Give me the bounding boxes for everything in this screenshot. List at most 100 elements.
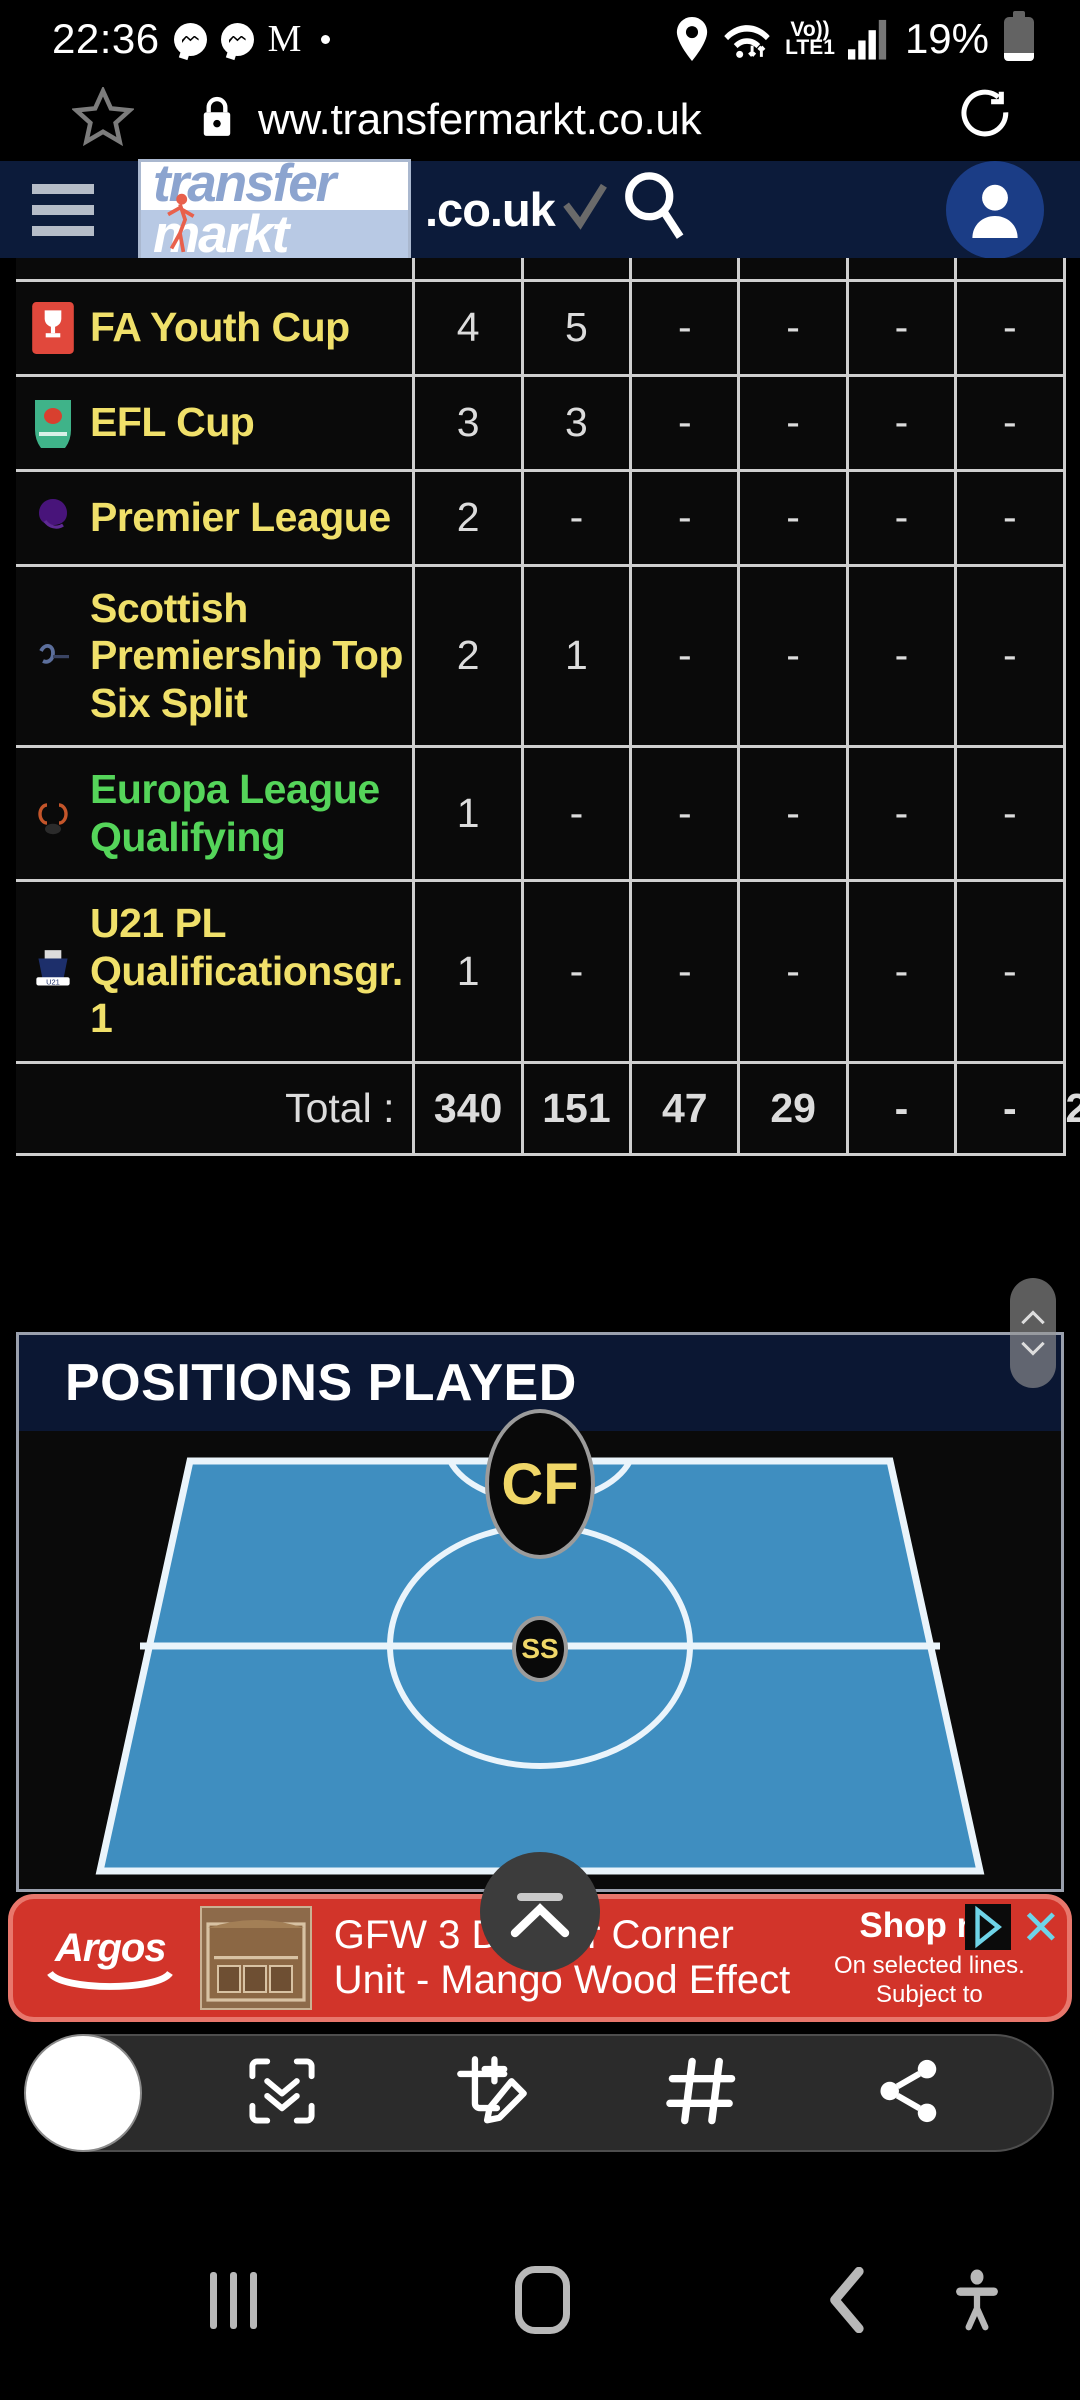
scroll-to-top-button[interactable] xyxy=(480,1852,600,1972)
transfermarkt-logo[interactable]: transfer markt xyxy=(138,158,411,261)
competition-cell[interactable]: Scottish Premiership Top Six Split xyxy=(16,563,416,749)
wifi-icon xyxy=(722,17,772,61)
stat-cell: - xyxy=(520,468,633,567)
total-label: Total : xyxy=(16,1060,416,1156)
stat-cell: - xyxy=(737,468,849,567)
stat-cell: - xyxy=(737,373,849,472)
screenshot-toolbar-actions xyxy=(142,2052,1052,2135)
stat-cell: - xyxy=(629,278,741,377)
total-cell: 151 xyxy=(522,1060,633,1156)
battery-icon xyxy=(1004,11,1034,61)
competition-cell[interactable]: Premier League xyxy=(16,468,416,567)
stat-cell: - xyxy=(954,879,1066,1064)
competition-name: U21 PL Qualificationsgr. 1 xyxy=(90,900,403,1042)
ad-terms-text: On selected lines. Subject to xyxy=(833,1952,1025,2008)
runner-icon xyxy=(167,193,195,252)
competition-cell[interactable]: FA Youth Cup xyxy=(16,278,416,377)
competition-name: FA Youth Cup xyxy=(90,303,350,350)
position-marker-cf[interactable]: CF xyxy=(485,1409,595,1559)
screenshot-toolbar xyxy=(24,2034,1054,2152)
stat-cell: - xyxy=(954,745,1066,883)
screenshot-preview-thumbnail[interactable] xyxy=(24,2034,142,2152)
user-avatar-icon[interactable] xyxy=(946,160,1044,259)
scroll-to-top-icon xyxy=(510,1893,570,1938)
efl-cup-logo xyxy=(30,395,76,451)
browser-url-bar[interactable]: ww.transfermarkt.co.uk xyxy=(0,78,1080,161)
home-button[interactable] xyxy=(515,2266,570,2334)
position-marker-label: CF xyxy=(501,1451,579,1517)
ad-product-thumbnail xyxy=(199,1906,312,2010)
competition-stats-table-container[interactable]: FA Youth Cup 4 5 - - - - EFL Cup 3 3 - -… xyxy=(0,258,1080,1388)
competition-cell[interactable]: EFL Cup xyxy=(16,373,416,472)
competition-cell[interactable]: Europa League Qualifying xyxy=(16,745,416,883)
table-row[interactable]: FA Youth Cup 4 5 - - - - xyxy=(16,278,1066,377)
positions-played-panel: POSITIONS PLAYED CF SS xyxy=(16,1332,1064,1892)
stat-cell: - xyxy=(845,278,958,377)
crop-draw-icon[interactable] xyxy=(453,2052,531,2135)
more-notifications-dot-icon xyxy=(321,34,331,44)
status-clock: 22:36 xyxy=(52,15,160,62)
phone-screen: 22:36 M Vo)) LTE1 19% ww.transfermarkt.c… xyxy=(0,0,1080,2400)
tags-hash-icon[interactable] xyxy=(665,2054,739,2133)
scottish-premiership-logo xyxy=(30,628,76,684)
volte-indicator: Vo)) LTE1 xyxy=(785,17,835,59)
close-icon[interactable]: ✕ xyxy=(1021,1905,1061,1953)
vertical-scroll-handle[interactable] xyxy=(1010,1278,1056,1388)
accessibility-button[interactable] xyxy=(954,2267,1000,2333)
stat-cell: 2 xyxy=(412,563,524,749)
competition-name: Europa League Qualifying xyxy=(90,766,380,860)
signal-bars-icon xyxy=(847,18,892,60)
bookmark-star-icon[interactable] xyxy=(70,85,136,152)
shop-now-button[interactable]: Shop no xyxy=(804,1906,1055,1946)
stat-cell: - xyxy=(845,468,958,567)
reload-icon[interactable] xyxy=(958,88,1014,151)
adchoices-icon[interactable] xyxy=(965,1903,1011,1956)
share-icon[interactable] xyxy=(873,2055,945,2132)
stat-cell: 3 xyxy=(412,373,524,472)
check-icon xyxy=(559,181,611,238)
page-title: POSITIONS PLAYED xyxy=(65,1354,577,1412)
back-button[interactable] xyxy=(828,2267,868,2333)
table-top-spacer-row xyxy=(16,258,1066,282)
u21-pl-logo: U21 xyxy=(30,944,76,1000)
table-row[interactable]: Europa League Qualifying 1 - - - - - xyxy=(16,745,1066,883)
hamburger-menu-icon[interactable] xyxy=(32,183,94,236)
ad-brand-name: Argos xyxy=(55,1925,167,1970)
competition-cell[interactable]: U21 U21 PL Qualificationsgr. 1 xyxy=(16,879,416,1064)
table-row[interactable]: U21 U21 PL Qualificationsgr. 1 1 - - - -… xyxy=(16,879,1066,1064)
url-text[interactable]: ww.transfermarkt.co.uk xyxy=(258,95,702,145)
total-cell: - xyxy=(955,1060,1066,1156)
stat-cell: - xyxy=(737,745,849,883)
stat-cell: - xyxy=(737,278,849,377)
premier-league-logo xyxy=(30,490,76,546)
recents-button[interactable] xyxy=(210,2271,257,2329)
competition-stats-table: FA Youth Cup 4 5 - - - - EFL Cup 3 3 - -… xyxy=(16,258,1080,1156)
position-marker-ss[interactable]: SS xyxy=(512,1616,568,1682)
location-pin-icon xyxy=(675,17,709,61)
search-icon[interactable] xyxy=(617,169,691,250)
stat-cell: - xyxy=(520,879,633,1064)
stat-cell: 5 xyxy=(520,278,633,377)
stat-cell: - xyxy=(629,563,741,749)
table-row[interactable]: Scottish Premiership Top Six Split 2 1 -… xyxy=(16,563,1066,749)
status-bar: 22:36 M Vo)) LTE1 19% xyxy=(0,0,1080,78)
gmail-m-icon: M xyxy=(267,18,302,60)
stat-cell: - xyxy=(629,879,741,1064)
total-cell: 29 xyxy=(738,1060,849,1156)
stat-cell: - xyxy=(520,745,633,883)
messenger-icon xyxy=(220,22,254,56)
competition-name: Scottish Premiership Top Six Split xyxy=(90,584,403,726)
table-row[interactable]: Premier League 2 - - - - - xyxy=(16,468,1066,567)
table-body: FA Youth Cup 4 5 - - - - EFL Cup 3 3 - -… xyxy=(16,258,1080,1156)
stat-cell: - xyxy=(629,468,741,567)
stat-cell: 1 xyxy=(520,563,633,749)
stat-cell: - xyxy=(845,373,958,472)
stat-cell: 1 xyxy=(412,745,524,883)
stat-cell: - xyxy=(737,879,849,1064)
table-row[interactable]: EFL Cup 3 3 - - - - xyxy=(16,373,1066,472)
stat-cell: - xyxy=(737,563,849,749)
stat-cell: - xyxy=(629,745,741,883)
scroll-capture-icon[interactable] xyxy=(245,2054,319,2133)
ad-call-to-action[interactable]: Shop no On selected lines. Subject to xyxy=(804,1906,1055,2010)
site-domain-suffix: .co.uk xyxy=(425,183,556,236)
